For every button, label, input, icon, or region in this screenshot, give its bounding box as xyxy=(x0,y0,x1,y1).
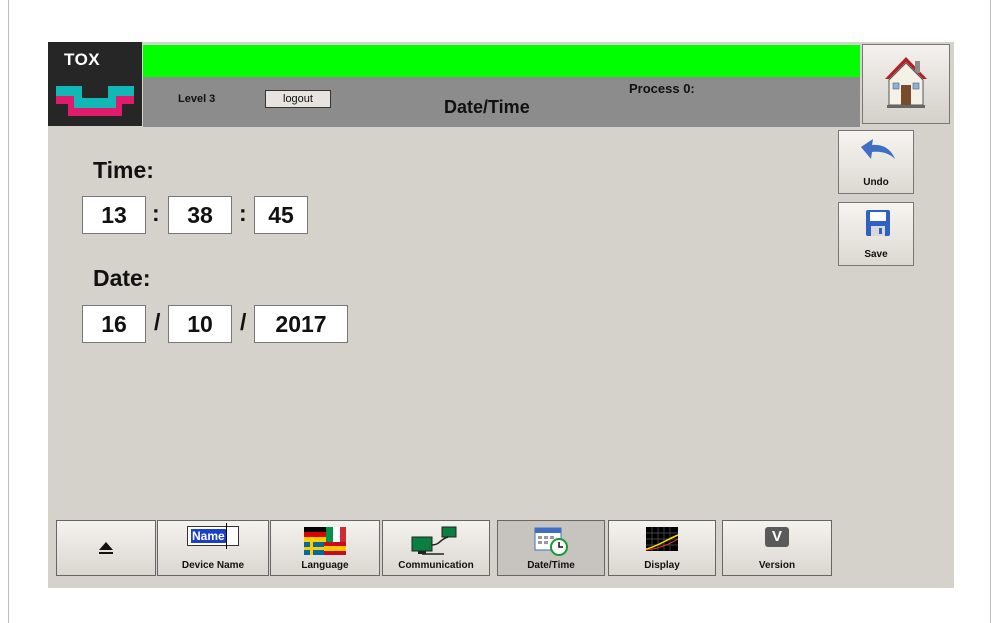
header-bar: Level 3 logout Process 0: Date/Time xyxy=(143,45,860,127)
tab-date-time-label: Date/Time xyxy=(527,560,575,571)
save-button[interactable]: Save xyxy=(838,202,914,266)
version-icon: V xyxy=(765,527,789,547)
status-bar xyxy=(143,45,860,77)
tab-language[interactable]: Language xyxy=(270,520,380,576)
minutes-field[interactable]: 38 xyxy=(168,196,232,234)
tox-logo: TOX xyxy=(48,42,142,126)
tab-device-name-label: Device Name xyxy=(181,560,245,571)
day-field[interactable]: 16 xyxy=(82,305,146,343)
undo-label: Undo xyxy=(863,177,889,188)
date-separator: / xyxy=(154,309,161,335)
tab-language-label: Language xyxy=(301,560,349,571)
time-label: Time: xyxy=(93,157,154,183)
display-graph-icon xyxy=(645,527,679,551)
date-label: Date: xyxy=(93,265,151,291)
brand-text: TOX xyxy=(64,50,101,69)
name-icon-text: Name xyxy=(191,529,226,543)
flags-icon xyxy=(304,527,346,555)
tab-display-label: Display xyxy=(644,560,680,571)
process-label: Process 0: xyxy=(629,81,695,96)
eject-icon xyxy=(99,542,113,554)
year-field[interactable]: 2017 xyxy=(254,305,348,343)
undo-button[interactable]: Undo xyxy=(838,130,914,194)
tab-version[interactable]: V Version xyxy=(722,520,832,576)
tab-version-label: Version xyxy=(758,560,796,571)
date-separator: / xyxy=(240,309,247,335)
home-button[interactable] xyxy=(862,44,950,124)
time-separator: : xyxy=(239,200,247,226)
undo-arrow-icon xyxy=(861,139,895,159)
window-border-left xyxy=(8,0,9,623)
name-field-icon: Name xyxy=(187,523,239,549)
month-field[interactable]: 10 xyxy=(168,305,232,343)
tab-date-time[interactable]: Date/Time xyxy=(497,520,605,576)
home-icon xyxy=(885,57,927,108)
tab-collapse[interactable] xyxy=(56,520,156,576)
calendar-clock-icon xyxy=(534,527,568,556)
time-separator: : xyxy=(152,200,160,226)
seconds-field[interactable]: 45 xyxy=(254,196,308,234)
page-title: Date/Time xyxy=(444,97,530,117)
tab-communication[interactable]: Communication xyxy=(382,520,490,576)
access-level: Level 3 xyxy=(178,93,216,105)
logout-button[interactable]: logout xyxy=(265,90,331,108)
tox-logo-mark-icon xyxy=(56,86,134,116)
hours-field[interactable]: 13 xyxy=(82,196,146,234)
network-icon xyxy=(411,526,457,555)
tab-communication-label: Communication xyxy=(398,560,474,571)
save-label: Save xyxy=(864,249,888,260)
tab-display[interactable]: Display xyxy=(608,520,716,576)
tab-device-name[interactable]: Name Device Name xyxy=(157,520,269,576)
floppy-disk-icon xyxy=(866,210,890,236)
window-border-right xyxy=(990,0,991,623)
